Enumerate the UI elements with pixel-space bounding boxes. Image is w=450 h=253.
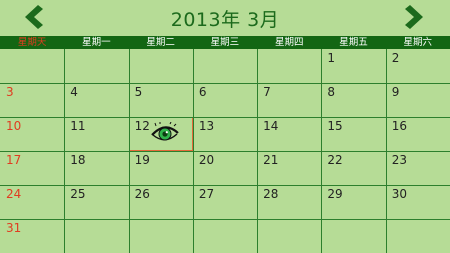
weekday-label-sunday: 星期天	[17, 37, 47, 48]
grid-row-divider	[0, 83, 450, 84]
day-cell[interactable]	[386, 219, 450, 253]
day-cell-selected[interactable]: 12	[128, 117, 193, 151]
day-cell[interactable]	[64, 49, 128, 83]
day-number: 7	[263, 85, 271, 99]
day-cell[interactable]: 17	[0, 151, 64, 185]
day-cell[interactable]	[257, 49, 321, 83]
day-number: 10	[6, 119, 22, 133]
day-cell[interactable]: 9	[386, 83, 450, 117]
day-cell[interactable]: 19	[129, 151, 193, 185]
day-number: 4	[70, 85, 78, 99]
calendar-header: 2013年 3月	[0, 0, 450, 36]
day-cell[interactable]	[193, 49, 257, 83]
day-cell[interactable]: 8	[321, 83, 385, 117]
day-number: 31	[6, 221, 22, 235]
day-cell[interactable]: 2	[386, 49, 450, 83]
grid-row-divider	[0, 151, 450, 152]
day-cell[interactable]: 25	[64, 185, 128, 219]
day-cell[interactable]	[129, 219, 193, 253]
day-cell[interactable]	[321, 219, 385, 253]
day-number: 21	[263, 153, 279, 167]
weekday-label-tuesday: 星期二	[146, 37, 175, 48]
day-cell[interactable]: 27	[193, 185, 257, 219]
day-number: 20	[198, 153, 215, 167]
next-month-button[interactable]	[404, 4, 426, 30]
day-number: 27	[198, 187, 215, 201]
day-cell[interactable]: 22	[321, 151, 385, 185]
day-number: 9	[391, 85, 400, 99]
day-cell[interactable]	[129, 49, 193, 83]
day-cell[interactable]: 18	[64, 151, 128, 185]
day-cell[interactable]: 4	[64, 83, 128, 117]
day-cell[interactable]	[257, 219, 321, 253]
weekday-header: 星期天 星期一 星期二 星期三 星期四 星期五 星期六	[0, 36, 450, 49]
day-cell[interactable]: 21	[257, 151, 321, 185]
day-cell[interactable]: 29	[321, 185, 385, 219]
day-cell[interactable]: 1	[321, 49, 385, 83]
day-number: 13	[198, 119, 215, 133]
day-cell[interactable]: 3	[0, 83, 64, 117]
day-cell[interactable]: 30	[386, 185, 450, 219]
day-number: 25	[70, 187, 86, 201]
day-number: 1	[327, 51, 336, 65]
day-cell[interactable]: 28	[257, 185, 321, 219]
day-cell[interactable]: 24	[0, 185, 64, 219]
day-cell[interactable]: 11	[64, 117, 128, 151]
day-number: 3	[6, 85, 14, 99]
day-cell[interactable]	[193, 219, 257, 253]
day-number: 11	[70, 119, 86, 133]
grid-row-divider	[0, 117, 450, 118]
day-cell[interactable]: 16	[386, 117, 450, 151]
day-cell[interactable]: 5	[129, 83, 193, 117]
day-cell[interactable]: 10	[0, 117, 64, 151]
day-number: 29	[327, 187, 343, 201]
day-cell[interactable]	[64, 219, 128, 253]
day-cell[interactable]: 15	[321, 117, 385, 151]
weekday-label-wednesday: 星期三	[210, 37, 240, 48]
day-number: 28	[263, 187, 279, 201]
day-number: 18	[70, 153, 86, 167]
day-cell[interactable]: 31	[0, 219, 64, 253]
day-cell[interactable]: 26	[129, 185, 193, 219]
chevron-right-icon	[405, 5, 423, 29]
eye-icon	[150, 122, 179, 141]
weekday-label-monday: 星期一	[82, 37, 111, 48]
day-cell[interactable]: 20	[193, 151, 257, 185]
day-cell[interactable]: 13	[193, 117, 257, 151]
day-cell[interactable]: 7	[257, 83, 321, 117]
day-cell[interactable]: 6	[193, 83, 257, 117]
weekday-label-saturday: 星期六	[403, 37, 432, 48]
day-number: 30	[391, 187, 407, 201]
day-number: 22	[327, 153, 343, 167]
day-number: 14	[263, 119, 279, 133]
day-cell[interactable]	[0, 49, 64, 83]
day-number: 15	[327, 119, 343, 133]
grid-row-divider	[0, 219, 450, 220]
weekday-label-friday: 星期五	[339, 37, 368, 48]
day-cell[interactable]: 23	[386, 151, 450, 185]
day-number: 2	[391, 51, 400, 65]
grid-row-divider	[0, 185, 450, 186]
day-number: 17	[6, 153, 22, 167]
month-title: 2013年 3月	[170, 9, 280, 31]
day-number: 19	[134, 153, 150, 167]
day-number: 5	[134, 85, 143, 99]
day-number: 6	[198, 85, 207, 99]
weekday-label-thursday: 星期四	[274, 37, 304, 48]
day-number: 8	[327, 85, 336, 99]
day-number: 23	[391, 153, 407, 167]
day-number: 24	[6, 187, 22, 201]
day-number: 26	[134, 187, 150, 201]
day-cell[interactable]: 14	[257, 117, 321, 151]
day-number: 16	[391, 119, 407, 133]
